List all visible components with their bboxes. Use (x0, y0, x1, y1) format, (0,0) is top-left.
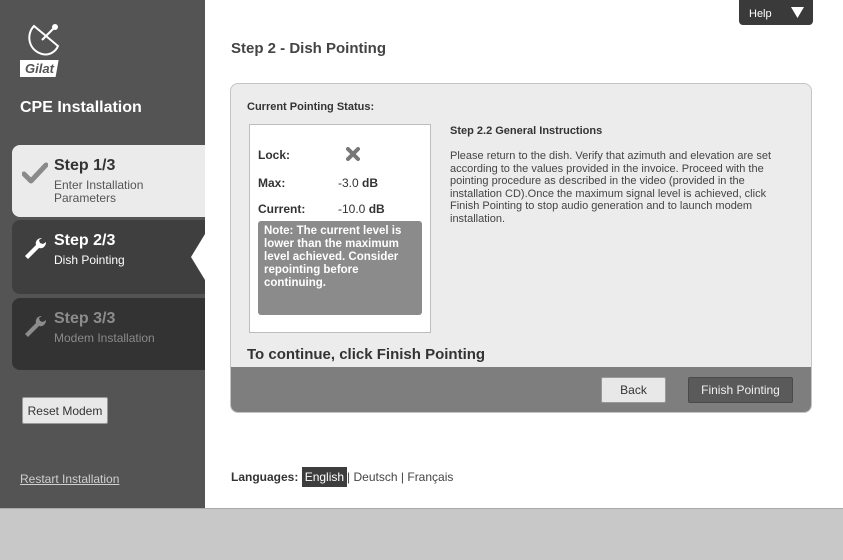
languages-label: Languages: (231, 470, 299, 484)
language-separator: | (400, 470, 405, 484)
page-title: Step 2 - Dish Pointing (231, 40, 387, 57)
sidebar-step-2[interactable]: Step 2/3 Dish Pointing (12, 220, 205, 294)
active-step-arrow (191, 234, 205, 280)
max-label: Max: (258, 176, 286, 190)
step-3-title: Step 3/3 (54, 310, 116, 327)
step-1-subtitle: Enter Installation Parameters (54, 178, 144, 205)
wrench-icon (22, 236, 48, 260)
finish-pointing-button[interactable]: Finish Pointing (688, 377, 793, 403)
reset-modem-button[interactable]: Reset Modem (22, 397, 108, 424)
language-deutsch[interactable]: Deutsch (354, 470, 398, 484)
checkmark-icon (21, 161, 49, 185)
page-footer (0, 508, 843, 560)
restart-installation-link[interactable]: Restart Installation (20, 472, 119, 486)
step-2-title: Step 2/3 (54, 232, 116, 249)
step-2-subtitle: Dish Pointing (54, 253, 125, 267)
wrench-icon (22, 314, 48, 338)
warning-note: Note: The current level is lower than th… (258, 221, 422, 315)
chevron-down-icon (791, 7, 804, 18)
max-value: -3.0 (338, 176, 359, 190)
instructions-body: Please return to the dish. Verify that a… (450, 150, 772, 225)
svg-text:Gilat: Gilat (25, 61, 55, 76)
lock-label: Lock: (258, 148, 291, 162)
language-selector: Languages: English | Deutsch | Français (231, 467, 453, 487)
step-1-title: Step 1/3 (54, 157, 116, 174)
x-mark-icon (346, 147, 360, 161)
status-box: Lock: Max: -3.0 dB Current: -10.0 dB Not… (249, 124, 431, 333)
instructions-heading: Step 2.2 General Instructions (450, 125, 603, 137)
current-label: Current: (258, 202, 306, 216)
sidebar-step-3[interactable]: Step 3/3 Modem Installation (12, 298, 205, 370)
current-value: -10.0 (338, 202, 366, 216)
language-francais[interactable]: Français (407, 470, 453, 484)
pointing-panel: Current Pointing Status: Lock: Max: -3.0… (230, 83, 812, 413)
sidebar: Gilat CPE Installation Step 1/3 Enter In… (0, 0, 205, 508)
back-button[interactable]: Back (601, 377, 666, 403)
help-label: Help (749, 8, 772, 20)
status-label: Current Pointing Status: (247, 101, 375, 113)
panel-footer: Back Finish Pointing (231, 367, 811, 412)
gilat-logo: Gilat (9, 18, 70, 80)
language-separator: | (347, 470, 351, 484)
current-unit: dB (368, 202, 385, 216)
step-3-subtitle: Modem Installation (54, 331, 155, 345)
max-unit: dB (362, 176, 379, 190)
sidebar-step-1[interactable]: Step 1/3 Enter Installation Parameters (12, 145, 205, 217)
continue-prompt: To continue, click Finish Pointing (247, 346, 486, 363)
language-english[interactable]: English (301, 467, 348, 487)
app-title: CPE Installation (20, 99, 142, 116)
help-button[interactable]: Help (739, 0, 813, 25)
